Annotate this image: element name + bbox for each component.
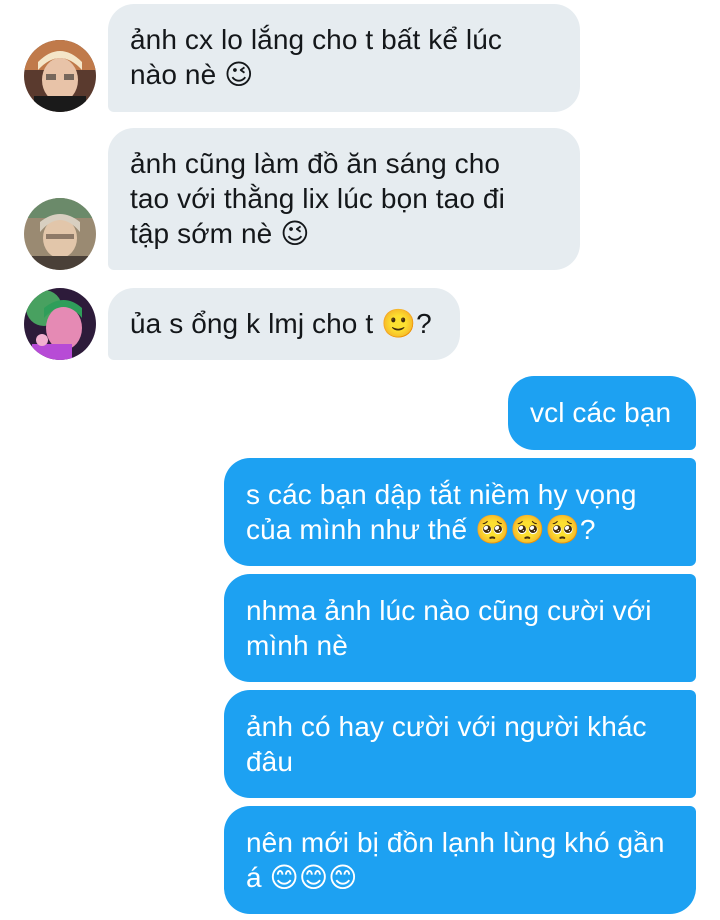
message-bubble-outgoing-2[interactable]: s các bạn dập tắt niềm hy vọng của mình … bbox=[224, 458, 696, 566]
sender-avatar-2[interactable] bbox=[24, 198, 96, 270]
message-bubble-incoming-3[interactable]: ủa s ổng k lmj cho t 🙂? bbox=[108, 288, 460, 360]
message-bubble-outgoing-5[interactable]: nên mới bị đồn lạnh lùng khó gần á 😊😊😊 bbox=[224, 806, 696, 914]
sender-avatar-1[interactable] bbox=[24, 40, 96, 112]
message-bubble-incoming-1[interactable]: ảnh cx lo lắng cho t bất kể lúc nào nè 😉 bbox=[108, 4, 580, 112]
message-bubble-outgoing-3[interactable]: nhma ảnh lúc nào cũng cười với mình nè bbox=[224, 574, 696, 682]
sender-avatar-3[interactable] bbox=[24, 288, 96, 360]
message-bubble-outgoing-1[interactable]: vcl các bạn bbox=[508, 376, 696, 450]
message-bubble-incoming-2[interactable]: ảnh cũng làm đồ ăn sáng cho tao với thằn… bbox=[108, 128, 580, 270]
message-bubble-outgoing-4[interactable]: ảnh có hay cười với người khác đâu bbox=[224, 690, 696, 798]
